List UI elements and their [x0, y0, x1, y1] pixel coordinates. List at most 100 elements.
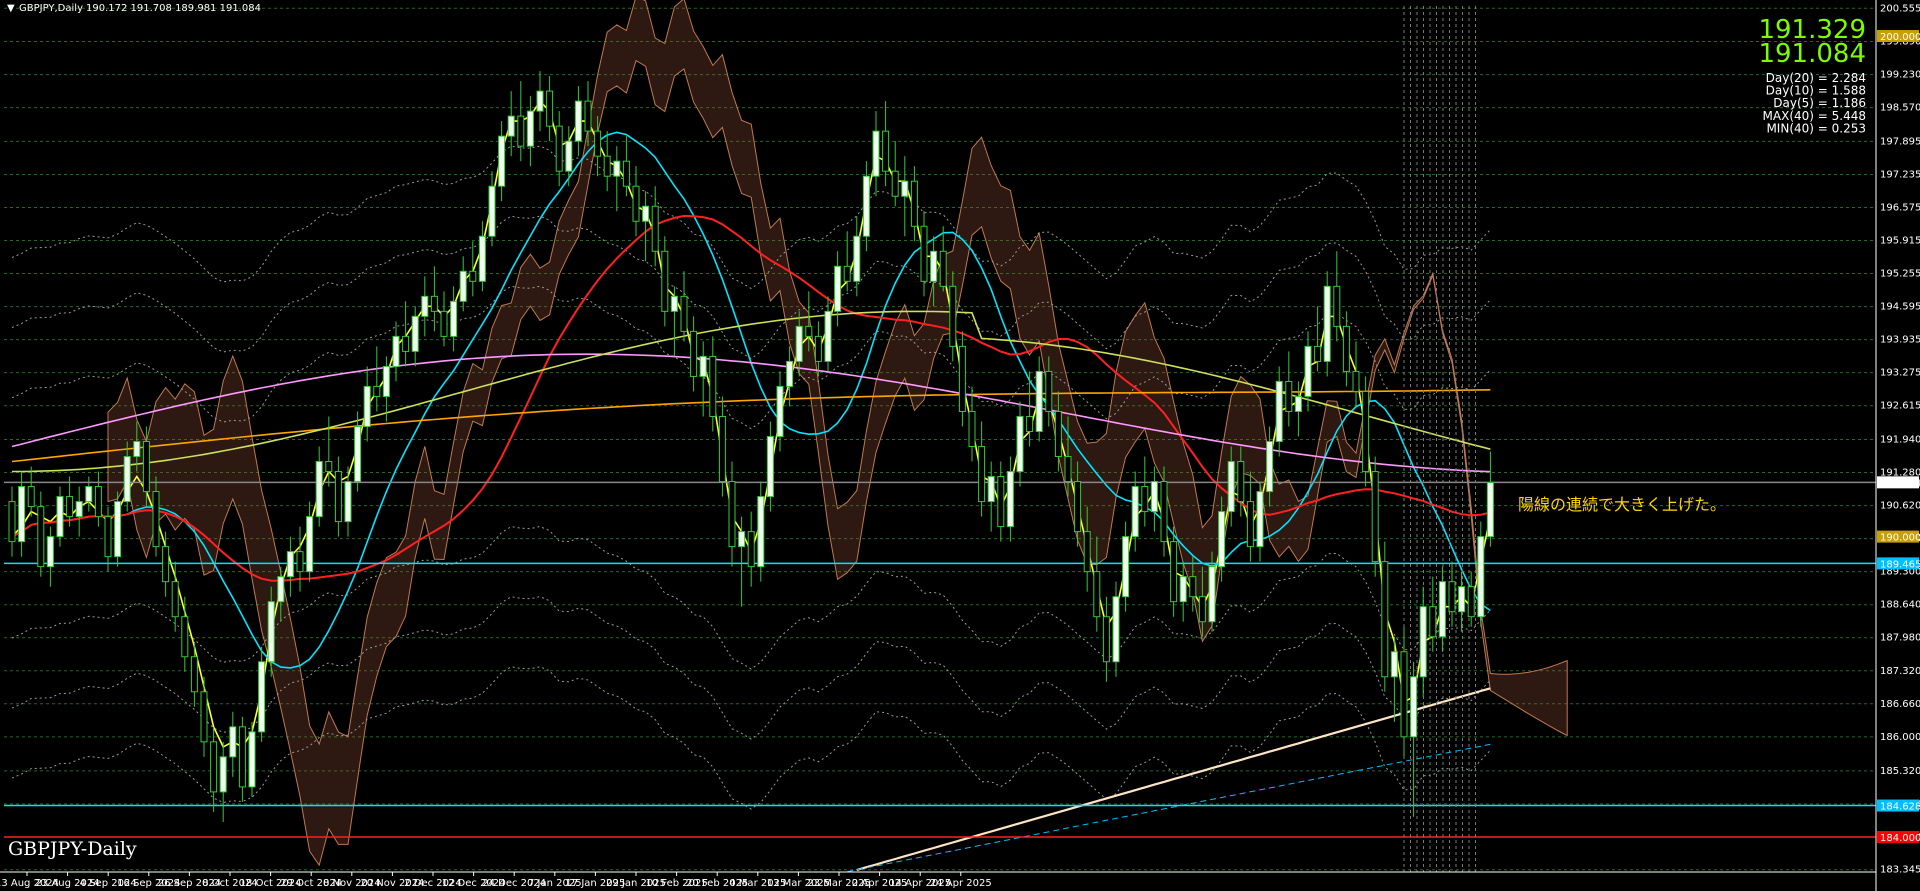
- candle-body: [1400, 651, 1408, 738]
- candle-body: [690, 330, 698, 377]
- candle-body: [584, 100, 592, 132]
- stat-line: MIN(40) = 0.253: [1766, 121, 1866, 135]
- candle-body: [1467, 586, 1475, 618]
- x-tick-label: 24 Apr 2025: [930, 878, 992, 889]
- candle-body: [1294, 395, 1302, 412]
- candle-body: [853, 235, 861, 282]
- candle-body: [814, 335, 822, 362]
- y-tick-label: 197.235: [1880, 169, 1920, 180]
- candle-body: [1410, 676, 1418, 738]
- candle-body: [1285, 380, 1293, 412]
- candle-body: [1016, 415, 1024, 473]
- candle-body: [882, 130, 890, 172]
- candle-body: [1074, 481, 1082, 533]
- candle-body: [440, 310, 448, 337]
- candle-body: [56, 496, 64, 538]
- y-tick-label: 187.320: [1880, 666, 1920, 677]
- candle-body: [594, 130, 602, 157]
- candle-body: [18, 486, 26, 543]
- candle-body: [1064, 456, 1072, 483]
- candle-body: [651, 205, 659, 252]
- price-tag-label: 200.000: [1880, 32, 1920, 43]
- chart-background: [0, 0, 1920, 891]
- candle: [114, 491, 122, 567]
- candle-body: [114, 501, 122, 558]
- y-tick-label: 200.555: [1880, 3, 1920, 14]
- candle-body: [27, 486, 35, 508]
- candle-body: [565, 140, 573, 172]
- candle-body: [85, 486, 93, 503]
- candle-body: [1371, 471, 1379, 563]
- candle-body: [1208, 566, 1216, 623]
- candle-body: [1323, 285, 1331, 362]
- header-symbol-arrow[interactable]: ▼: [7, 3, 15, 14]
- candle-body: [181, 616, 189, 658]
- candle-body: [718, 415, 726, 483]
- y-tick-label: 193.935: [1880, 335, 1920, 346]
- chart-annotation: 陽線の連続で大きく上げた。: [1518, 495, 1726, 514]
- candle-body: [1266, 441, 1274, 493]
- candle-body: [373, 385, 381, 397]
- price-tag: 200.000: [1877, 30, 1920, 43]
- chart-canvas[interactable]: 200.555199.890199.230198.570197.895197.2…: [0, 0, 1920, 891]
- candle-body: [1054, 410, 1062, 458]
- candle-body: [632, 185, 640, 222]
- candle-body: [229, 726, 237, 758]
- candle-body: [123, 456, 131, 503]
- candle-body: [987, 476, 995, 503]
- candle-body: [46, 536, 54, 568]
- candle-body: [862, 175, 870, 237]
- candle-body: [1160, 481, 1168, 543]
- candle-body: [1083, 531, 1091, 573]
- candle-body: [901, 180, 909, 197]
- candle-body: [661, 250, 669, 312]
- y-tick-label: 198.570: [1880, 103, 1920, 114]
- candle-body: [805, 325, 813, 337]
- candle-body: [766, 435, 774, 498]
- candle-body: [1381, 561, 1389, 678]
- candle-body: [200, 691, 208, 743]
- y-tick-label: 188.640: [1880, 600, 1920, 611]
- candle-body: [1237, 461, 1245, 503]
- candle-body: [162, 546, 170, 583]
- candle-body: [795, 325, 803, 362]
- candle-body: [1189, 576, 1197, 598]
- candle-body: [574, 100, 582, 142]
- candle-body: [843, 265, 851, 282]
- candle-body: [1448, 581, 1456, 613]
- candle-body: [1141, 486, 1149, 513]
- y-tick-label: 185.320: [1880, 766, 1920, 777]
- candle-body: [344, 481, 352, 523]
- y-tick-label: 191.940: [1880, 435, 1920, 446]
- price-tag-label: 184.628: [1880, 802, 1920, 813]
- candle-body: [75, 501, 83, 518]
- candle-body: [258, 661, 266, 733]
- candle-body: [709, 355, 717, 417]
- candle-body: [728, 481, 736, 548]
- candle-body: [910, 180, 918, 227]
- candle-body: [421, 295, 429, 317]
- candle-body: [757, 496, 765, 568]
- candle-body: [872, 130, 880, 177]
- candle-body: [1179, 576, 1187, 603]
- candle-body: [824, 310, 832, 362]
- y-tick-label: 196.575: [1880, 202, 1920, 213]
- price-tag: 191.084: [1877, 476, 1920, 489]
- candle-body: [363, 385, 371, 427]
- candle-body: [66, 496, 74, 518]
- candle-body: [142, 441, 150, 493]
- candle-body: [1198, 596, 1206, 623]
- candle-body: [402, 335, 410, 352]
- candle-body: [325, 461, 333, 473]
- candle-body: [1122, 536, 1130, 598]
- candle-body: [1093, 571, 1101, 618]
- candle-body: [1352, 370, 1360, 392]
- candle-body: [315, 461, 323, 518]
- candle-body: [939, 250, 947, 287]
- candle-body: [978, 446, 986, 503]
- candle-body: [1486, 482, 1494, 538]
- y-tick-label: 192.615: [1880, 401, 1920, 412]
- candle-body: [1419, 606, 1427, 678]
- candle-body: [1275, 380, 1283, 443]
- candle: [1362, 376, 1370, 487]
